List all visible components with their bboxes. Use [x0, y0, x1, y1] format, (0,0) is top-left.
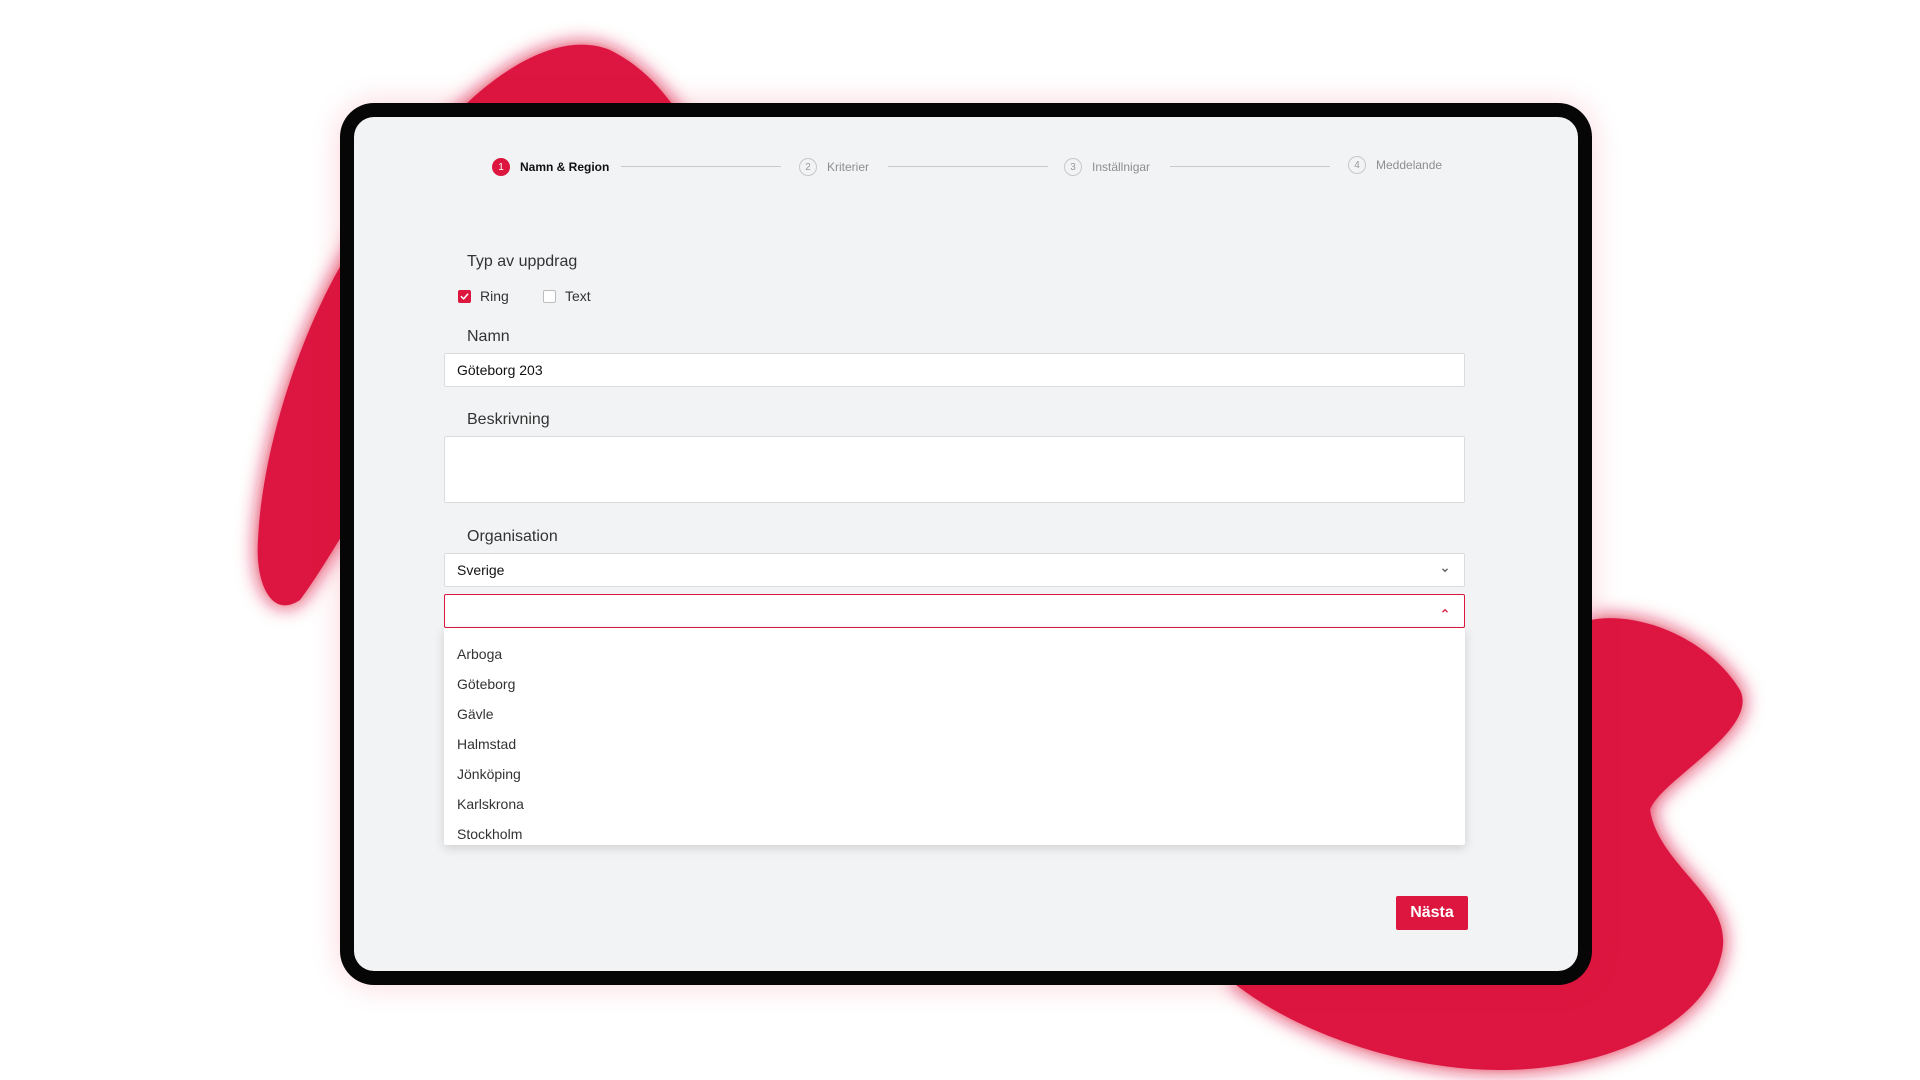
- checkbox-text[interactable]: Text: [543, 288, 591, 304]
- step-connector: [1170, 166, 1330, 167]
- step-3-number: 3: [1064, 158, 1082, 176]
- step-2-number: 2: [799, 158, 817, 176]
- organisation-select-value: Sverige: [457, 562, 505, 578]
- check-icon: [460, 292, 469, 300]
- dropdown-option[interactable]: Jönköping: [457, 766, 521, 782]
- step-2[interactable]: 2 Kriterier: [799, 158, 869, 176]
- dropdown-option[interactable]: Gävle: [457, 706, 494, 722]
- description-label: Beskrivning: [467, 411, 550, 428]
- region-dropdown-list: Arboga Göteborg Gävle Halmstad Jönköping…: [444, 628, 1465, 845]
- organisation-label: Organisation: [467, 528, 558, 545]
- description-textarea[interactable]: [444, 436, 1465, 503]
- name-label: Namn: [467, 328, 510, 345]
- name-input[interactable]: Göteborg 203: [444, 353, 1465, 387]
- chevron-up-icon: [1442, 608, 1448, 613]
- dropdown-option[interactable]: Göteborg: [457, 676, 515, 692]
- checkbox-ring[interactable]: Ring: [458, 288, 509, 304]
- step-1[interactable]: 1 Namn & Region: [492, 158, 609, 176]
- step-1-label: Namn & Region: [520, 160, 610, 174]
- checkbox-text-box[interactable]: [543, 289, 556, 303]
- region-select[interactable]: [444, 594, 1465, 628]
- organisation-select[interactable]: Sverige: [444, 553, 1465, 587]
- dropdown-option[interactable]: Arboga: [457, 646, 502, 662]
- dropdown-option[interactable]: Halmstad: [457, 736, 516, 752]
- checkbox-text-label: Text: [565, 288, 591, 304]
- chevron-down-icon: [1442, 568, 1448, 573]
- step-4-label: Meddelande: [1376, 158, 1443, 172]
- checkbox-ring-box[interactable]: [458, 289, 471, 303]
- step-3[interactable]: 3 Inställnigar: [1064, 158, 1150, 176]
- step-1-number: 1: [492, 158, 510, 176]
- step-connector: [621, 166, 781, 167]
- step-2-label: Kriterier: [827, 160, 870, 174]
- step-4-number: 4: [1348, 156, 1366, 174]
- step-4[interactable]: 4 Meddelande: [1348, 156, 1442, 174]
- type-label: Typ av uppdrag: [467, 253, 578, 270]
- next-button[interactable]: Nästa: [1396, 896, 1468, 930]
- dropdown-option[interactable]: Stockholm: [457, 826, 522, 842]
- step-3-label: Inställnigar: [1092, 160, 1151, 174]
- dropdown-option[interactable]: Karlskrona: [457, 796, 524, 812]
- checkbox-ring-label: Ring: [480, 288, 509, 304]
- name-input-value: Göteborg 203: [457, 362, 543, 378]
- step-connector: [888, 166, 1048, 167]
